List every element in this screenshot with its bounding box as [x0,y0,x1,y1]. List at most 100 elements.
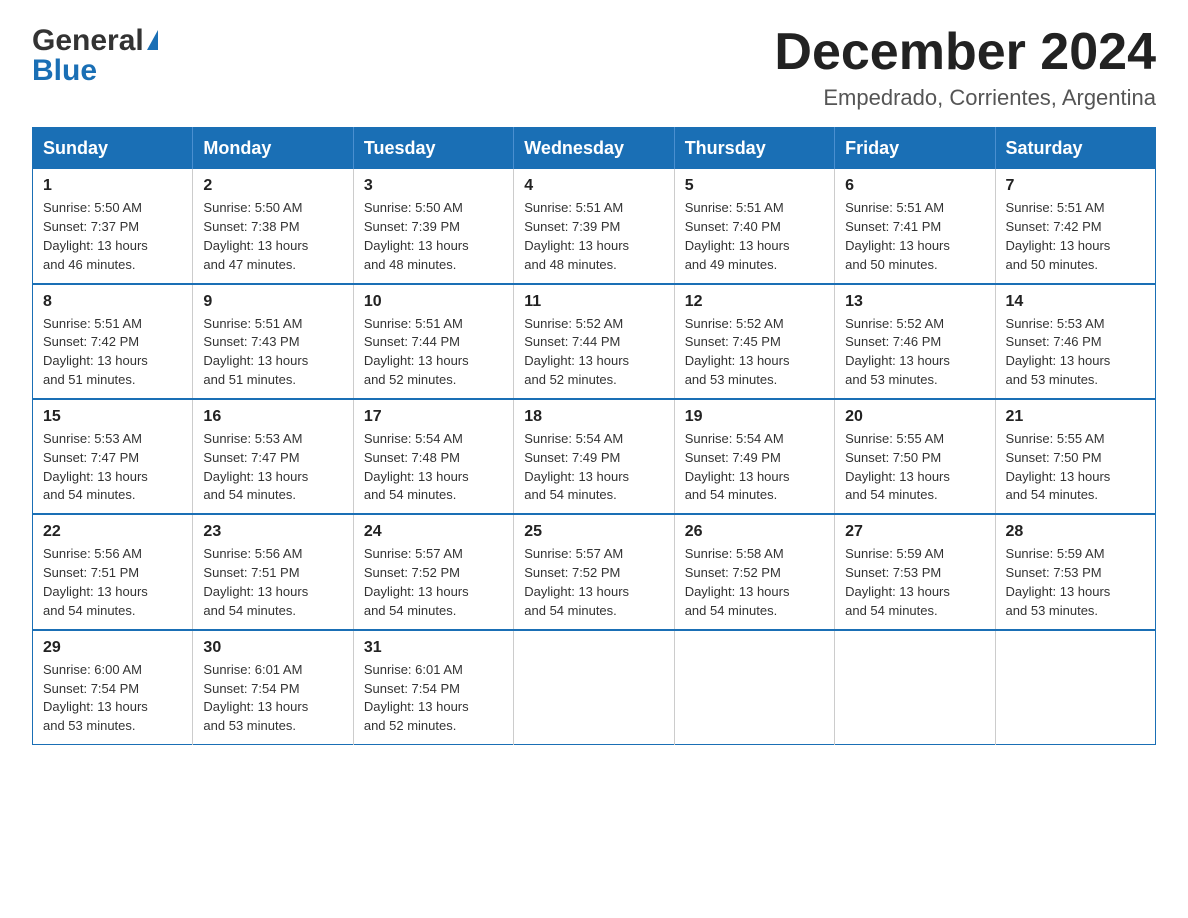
calendar-cell: 1 Sunrise: 5:50 AMSunset: 7:37 PMDaylight… [33,169,193,283]
column-header-wednesday: Wednesday [514,128,674,170]
day-info: Sunrise: 5:50 AMSunset: 7:37 PMDaylight:… [43,199,182,274]
day-info: Sunrise: 5:51 AMSunset: 7:42 PMDaylight:… [1006,199,1145,274]
calendar-cell: 10 Sunrise: 5:51 AMSunset: 7:44 PMDayligh… [353,284,513,399]
day-info: Sunrise: 5:51 AMSunset: 7:39 PMDaylight:… [524,199,663,274]
day-info: Sunrise: 5:57 AMSunset: 7:52 PMDaylight:… [524,545,663,620]
day-number: 2 [203,177,342,195]
logo-general-text: General [32,24,144,58]
calendar-cell: 7 Sunrise: 5:51 AMSunset: 7:42 PMDaylight… [995,169,1155,283]
location-title: Empedrado, Corrientes, Argentina [774,85,1156,111]
day-number: 6 [845,177,984,195]
calendar-cell: 25 Sunrise: 5:57 AMSunset: 7:52 PMDayligh… [514,514,674,629]
calendar-cell: 21Sunrise: 5:55 AMSunset: 7:50 PMDayligh… [995,399,1155,514]
calendar-cell: 23 Sunrise: 5:56 AMSunset: 7:51 PMDayligh… [193,514,353,629]
day-info: Sunrise: 5:59 AMSunset: 7:53 PMDaylight:… [1006,545,1145,620]
day-info: Sunrise: 5:51 AMSunset: 7:44 PMDaylight:… [364,315,503,390]
calendar-week-row: 15Sunrise: 5:53 AMSunset: 7:47 PMDayligh… [33,399,1156,514]
day-info: Sunrise: 5:56 AMSunset: 7:51 PMDaylight:… [43,545,182,620]
calendar-week-row: 22 Sunrise: 5:56 AMSunset: 7:51 PMDayligh… [33,514,1156,629]
day-number: 29 [43,639,182,657]
day-info: Sunrise: 5:53 AMSunset: 7:47 PMDaylight:… [43,430,182,505]
day-number: 13 [845,293,984,311]
calendar-week-row: 29Sunrise: 6:00 AMSunset: 7:54 PMDayligh… [33,630,1156,745]
title-area: December 2024 Empedrado, Corrientes, Arg… [774,24,1156,111]
calendar-cell [835,630,995,745]
day-info: Sunrise: 5:50 AMSunset: 7:39 PMDaylight:… [364,199,503,274]
column-header-sunday: Sunday [33,128,193,170]
calendar-week-row: 1 Sunrise: 5:50 AMSunset: 7:37 PMDaylight… [33,169,1156,283]
day-info: Sunrise: 5:54 AMSunset: 7:49 PMDaylight:… [524,430,663,505]
calendar-cell: 20Sunrise: 5:55 AMSunset: 7:50 PMDayligh… [835,399,995,514]
calendar-cell: 16Sunrise: 5:53 AMSunset: 7:47 PMDayligh… [193,399,353,514]
day-number: 31 [364,639,503,657]
day-info: Sunrise: 5:51 AMSunset: 7:42 PMDaylight:… [43,315,182,390]
logo: General Blue [32,24,158,88]
day-number: 5 [685,177,824,195]
day-number: 8 [43,293,182,311]
day-number: 12 [685,293,824,311]
calendar-cell: 31 Sunrise: 6:01 AMSunset: 7:54 PMDayligh… [353,630,513,745]
day-number: 19 [685,408,824,426]
column-header-tuesday: Tuesday [353,128,513,170]
day-number: 22 [43,523,182,541]
day-number: 18 [524,408,663,426]
day-number: 7 [1006,177,1145,195]
calendar-cell: 29Sunrise: 6:00 AMSunset: 7:54 PMDayligh… [33,630,193,745]
day-info: Sunrise: 5:52 AMSunset: 7:44 PMDaylight:… [524,315,663,390]
column-header-friday: Friday [835,128,995,170]
day-number: 10 [364,293,503,311]
day-number: 11 [524,293,663,311]
day-info: Sunrise: 5:55 AMSunset: 7:50 PMDaylight:… [1006,430,1145,505]
calendar-week-row: 8 Sunrise: 5:51 AMSunset: 7:42 PMDaylight… [33,284,1156,399]
day-info: Sunrise: 5:53 AMSunset: 7:47 PMDaylight:… [203,430,342,505]
day-number: 9 [203,293,342,311]
day-info: Sunrise: 6:01 AMSunset: 7:54 PMDaylight:… [203,661,342,736]
day-info: Sunrise: 6:01 AMSunset: 7:54 PMDaylight:… [364,661,503,736]
calendar-cell: 26 Sunrise: 5:58 AMSunset: 7:52 PMDayligh… [674,514,834,629]
column-header-monday: Monday [193,128,353,170]
calendar-cell [674,630,834,745]
day-number: 25 [524,523,663,541]
day-number: 17 [364,408,503,426]
day-number: 28 [1006,523,1145,541]
calendar-cell: 2 Sunrise: 5:50 AMSunset: 7:38 PMDaylight… [193,169,353,283]
day-number: 3 [364,177,503,195]
day-number: 1 [43,177,182,195]
day-info: Sunrise: 5:56 AMSunset: 7:51 PMDaylight:… [203,545,342,620]
day-info: Sunrise: 5:51 AMSunset: 7:43 PMDaylight:… [203,315,342,390]
calendar-cell: 22 Sunrise: 5:56 AMSunset: 7:51 PMDayligh… [33,514,193,629]
day-number: 24 [364,523,503,541]
calendar-cell [995,630,1155,745]
calendar-cell: 17Sunrise: 5:54 AMSunset: 7:48 PMDayligh… [353,399,513,514]
day-info: Sunrise: 5:51 AMSunset: 7:41 PMDaylight:… [845,199,984,274]
calendar-cell [514,630,674,745]
day-info: Sunrise: 5:55 AMSunset: 7:50 PMDaylight:… [845,430,984,505]
calendar-cell: 3 Sunrise: 5:50 AMSunset: 7:39 PMDaylight… [353,169,513,283]
calendar-cell: 4Sunrise: 5:51 AMSunset: 7:39 PMDaylight… [514,169,674,283]
month-title: December 2024 [774,24,1156,81]
day-number: 30 [203,639,342,657]
column-header-saturday: Saturday [995,128,1155,170]
calendar-cell: 28 Sunrise: 5:59 AMSunset: 7:53 PMDayligh… [995,514,1155,629]
day-number: 26 [685,523,824,541]
calendar-cell: 6 Sunrise: 5:51 AMSunset: 7:41 PMDaylight… [835,169,995,283]
calendar-cell: 18 Sunrise: 5:54 AMSunset: 7:49 PMDayligh… [514,399,674,514]
day-info: Sunrise: 5:52 AMSunset: 7:45 PMDaylight:… [685,315,824,390]
calendar-cell: 15Sunrise: 5:53 AMSunset: 7:47 PMDayligh… [33,399,193,514]
day-number: 23 [203,523,342,541]
day-info: Sunrise: 5:57 AMSunset: 7:52 PMDaylight:… [364,545,503,620]
day-info: Sunrise: 5:58 AMSunset: 7:52 PMDaylight:… [685,545,824,620]
logo-blue-text: Blue [32,54,97,88]
page-header: General Blue December 2024 Empedrado, Co… [32,24,1156,111]
day-number: 27 [845,523,984,541]
calendar-body: 1 Sunrise: 5:50 AMSunset: 7:37 PMDaylight… [33,169,1156,744]
logo-triangle-icon [147,30,158,50]
calendar-cell: 14Sunrise: 5:53 AMSunset: 7:46 PMDayligh… [995,284,1155,399]
calendar-cell: 11 Sunrise: 5:52 AMSunset: 7:44 PMDayligh… [514,284,674,399]
column-header-thursday: Thursday [674,128,834,170]
day-info: Sunrise: 5:59 AMSunset: 7:53 PMDaylight:… [845,545,984,620]
day-info: Sunrise: 5:50 AMSunset: 7:38 PMDaylight:… [203,199,342,274]
day-info: Sunrise: 5:53 AMSunset: 7:46 PMDaylight:… [1006,315,1145,390]
calendar-cell: 9 Sunrise: 5:51 AMSunset: 7:43 PMDaylight… [193,284,353,399]
day-info: Sunrise: 5:54 AMSunset: 7:49 PMDaylight:… [685,430,824,505]
